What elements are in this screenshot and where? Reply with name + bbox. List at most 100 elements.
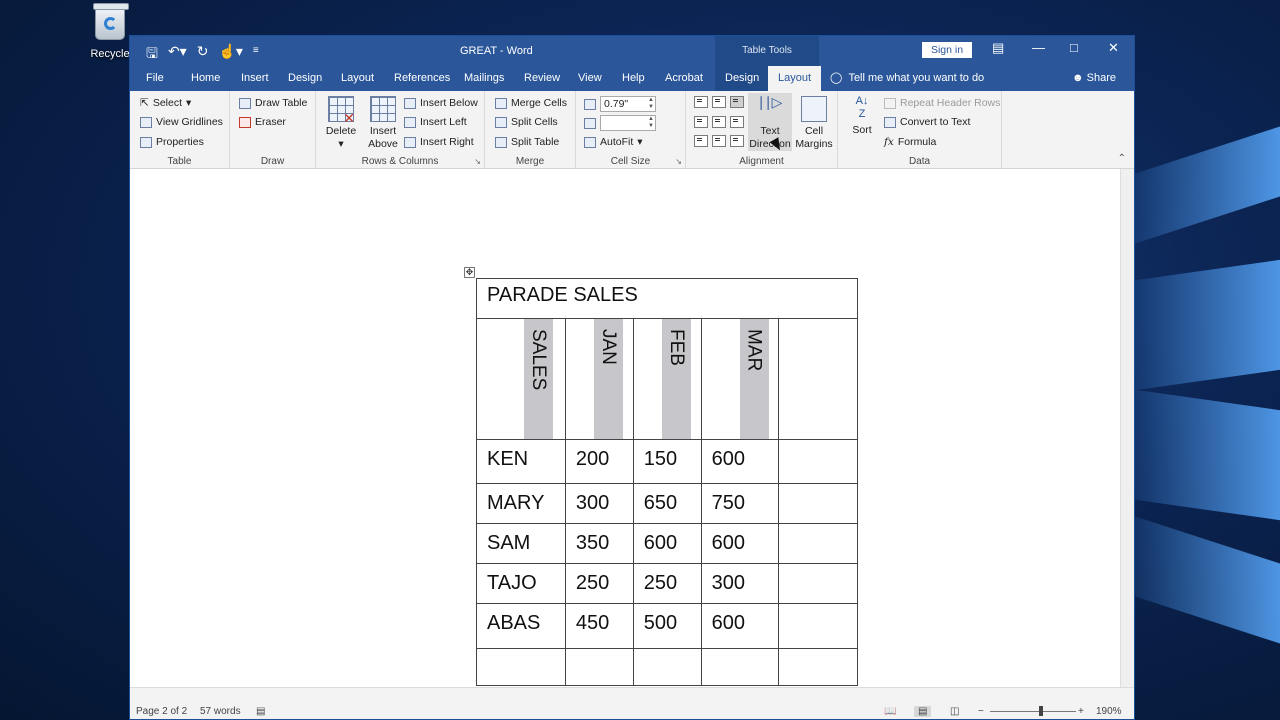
tab-file[interactable]: File — [146, 66, 164, 91]
row-height-spinner-icon[interactable]: ▲ ▼ — [648, 97, 654, 111]
formula-button[interactable]: fx Formula — [884, 136, 936, 148]
header-cell[interactable]: JAN — [564, 318, 634, 440]
convert-to-text-button[interactable]: Convert to Text — [884, 116, 970, 128]
name-cell[interactable]: ABAS — [476, 603, 566, 649]
insert-below-button[interactable]: Insert Below — [404, 97, 478, 109]
zoom-in-button[interactable]: + — [1078, 706, 1084, 717]
rows-columns-launcher-icon[interactable]: ↘ — [474, 157, 481, 166]
empty-cell[interactable] — [564, 648, 634, 686]
tab-insert[interactable]: Insert — [241, 66, 269, 91]
header-cell[interactable]: MAR — [700, 318, 780, 440]
align-bottom-right-icon[interactable] — [730, 135, 744, 147]
read-mode-icon[interactable]: 📖 — [884, 706, 896, 717]
zoom-slider[interactable] — [990, 711, 1076, 712]
insert-left-button[interactable]: Insert Left — [404, 116, 467, 128]
header-cell[interactable]: FEB — [632, 318, 702, 440]
feb-cell[interactable]: 250 — [632, 563, 702, 604]
empty-cell[interactable] — [778, 439, 858, 484]
jan-cell[interactable]: 450 — [564, 603, 634, 649]
jan-cell[interactable]: 200 — [564, 439, 634, 484]
empty-cell[interactable] — [632, 648, 702, 686]
customize-qat-icon[interactable]: ≡ — [253, 43, 259, 67]
page-count[interactable]: Page 2 of 2 — [136, 706, 187, 717]
select-button[interactable]: ⇱ Select ▾ — [140, 97, 191, 109]
tab-references[interactable]: References — [394, 66, 450, 91]
row-height-field[interactable]: 0.79" ▲ ▼ — [600, 96, 656, 112]
align-top-left-icon[interactable] — [694, 96, 708, 108]
name-cell[interactable]: TAJO — [476, 563, 566, 604]
tab-acrobat[interactable]: Acrobat — [665, 66, 703, 91]
jan-cell[interactable]: 300 — [564, 483, 634, 524]
split-cells-button[interactable]: Split Cells — [495, 116, 558, 128]
collapse-ribbon-icon[interactable]: ⌃ — [1118, 153, 1126, 164]
parade-sales-table[interactable]: PARADE SALES SALES JAN FEB MAR KEN 200 1… — [476, 278, 858, 686]
column-width-field[interactable]: ▲ ▼ — [600, 115, 656, 131]
empty-cell[interactable] — [778, 483, 858, 524]
touch-mode-icon[interactable]: ☝▾ — [218, 43, 242, 67]
tab-home[interactable]: Home — [191, 66, 220, 91]
view-gridlines-button[interactable]: View Gridlines — [140, 116, 223, 128]
tab-mailings[interactable]: Mailings — [464, 66, 504, 91]
redo-icon[interactable]: ↻ — [197, 43, 209, 67]
minimize-icon[interactable]: — — [1032, 40, 1045, 55]
print-layout-icon[interactable]: ▤ — [914, 706, 932, 717]
tab-design[interactable]: Design — [288, 66, 322, 91]
share-button[interactable]: ☻ Share — [1072, 66, 1116, 91]
name-cell[interactable]: KEN — [476, 439, 566, 484]
proofing-icon[interactable]: ▤ — [256, 706, 265, 717]
tab-table-design[interactable]: Design — [715, 66, 770, 91]
eraser-button[interactable]: Eraser — [239, 116, 286, 128]
table-move-handle-icon[interactable]: ✥ — [464, 267, 475, 278]
zoom-level[interactable]: 190% — [1096, 706, 1122, 717]
align-top-right-icon[interactable] — [730, 96, 744, 108]
column-width-spinner-icon[interactable]: ▲ ▼ — [648, 116, 654, 130]
merge-cells-button[interactable]: Merge Cells — [495, 97, 567, 109]
empty-cell[interactable] — [778, 563, 858, 604]
vertical-scrollbar[interactable] — [1120, 169, 1134, 687]
feb-cell[interactable]: 600 — [632, 523, 702, 564]
align-center-left-icon[interactable] — [694, 116, 708, 128]
web-layout-icon[interactable]: ◫ — [950, 706, 959, 717]
insert-right-button[interactable]: Insert Right — [404, 136, 474, 148]
sort-button[interactable]: A↓ Z Sort — [848, 95, 876, 137]
empty-cell[interactable] — [700, 648, 780, 686]
word-count[interactable]: 57 words — [200, 706, 241, 717]
save-icon[interactable]: 🖫 — [146, 43, 158, 67]
mar-cell[interactable]: 600 — [700, 523, 780, 564]
cell-size-launcher-icon[interactable]: ↘ — [675, 157, 682, 166]
align-top-center-icon[interactable] — [712, 96, 726, 108]
maximize-icon[interactable]: □ — [1070, 40, 1078, 55]
split-table-button[interactable]: Split Table — [495, 136, 559, 148]
table-title-cell[interactable]: PARADE SALES — [476, 278, 858, 319]
cell-margins-button[interactable]: Cell Margins — [794, 96, 834, 151]
undo-icon[interactable]: ↶▾ — [168, 43, 187, 67]
mar-cell[interactable]: 300 — [700, 563, 780, 604]
zoom-out-button[interactable]: − — [978, 706, 984, 717]
jan-cell[interactable]: 350 — [564, 523, 634, 564]
delete-button[interactable]: ✕ Delete ▾ — [324, 96, 358, 151]
sign-in-button[interactable]: Sign in — [922, 42, 972, 58]
header-cell[interactable] — [778, 318, 858, 440]
feb-cell[interactable]: 650 — [632, 483, 702, 524]
feb-cell[interactable]: 500 — [632, 603, 702, 649]
draw-table-button[interactable]: Draw Table — [239, 97, 307, 109]
align-bottom-left-icon[interactable] — [694, 135, 708, 147]
mar-cell[interactable]: 750 — [700, 483, 780, 524]
insert-above-button[interactable]: Insert Above — [364, 96, 402, 151]
empty-cell[interactable] — [778, 523, 858, 564]
mar-cell[interactable]: 600 — [700, 439, 780, 484]
empty-cell[interactable] — [778, 648, 858, 686]
tab-view[interactable]: View — [578, 66, 602, 91]
align-center-icon[interactable] — [712, 116, 726, 128]
name-cell[interactable]: SAM — [476, 523, 566, 564]
zoom-slider-thumb[interactable] — [1039, 706, 1043, 716]
header-cell[interactable]: SALES — [476, 318, 566, 440]
tab-review[interactable]: Review — [524, 66, 560, 91]
tab-table-layout[interactable]: Layout — [768, 66, 822, 91]
feb-cell[interactable]: 150 — [632, 439, 702, 484]
empty-cell[interactable] — [476, 648, 566, 686]
document-page[interactable]: ✥ PARADE SALES SALES JAN FEB MAR KEN 200… — [130, 169, 1120, 687]
recycle-bin-shortcut[interactable]: Recycle — [88, 3, 132, 60]
ribbon-display-options-icon[interactable]: ▤ — [992, 40, 1004, 56]
close-icon[interactable]: ✕ — [1108, 40, 1119, 56]
